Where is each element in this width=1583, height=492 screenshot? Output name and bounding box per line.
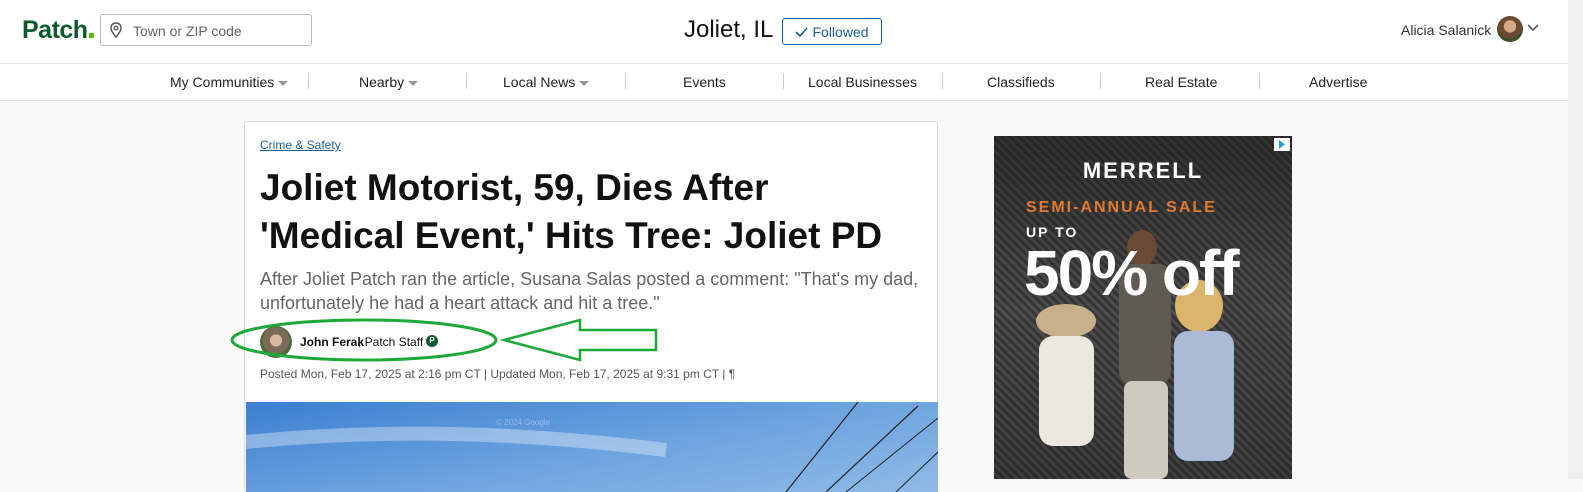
checkmark-icon bbox=[795, 26, 809, 37]
chevron-down-icon[interactable] bbox=[1527, 24, 1539, 32]
nav-nearby[interactable]: Nearby bbox=[359, 74, 419, 90]
nav-divider bbox=[625, 73, 626, 89]
location-pin-icon bbox=[110, 22, 122, 38]
chevron-down-icon bbox=[408, 80, 419, 86]
nav-divider bbox=[1259, 73, 1260, 89]
ad-brand: MERRELL bbox=[1082, 158, 1204, 183]
author-avatar[interactable] bbox=[260, 326, 292, 358]
location-search-input[interactable] bbox=[131, 20, 305, 42]
patch-logo[interactable]: Patch bbox=[22, 16, 94, 45]
nav-advertise[interactable]: Advertise bbox=[1309, 74, 1367, 90]
chevron-down-icon bbox=[278, 80, 289, 86]
nav-classifieds[interactable]: Classifieds bbox=[987, 74, 1055, 90]
location-search[interactable] bbox=[100, 14, 312, 46]
category-link[interactable]: Crime & Safety bbox=[260, 138, 341, 152]
chevron-down-icon bbox=[579, 80, 590, 86]
author-role: , Patch Staff bbox=[358, 335, 424, 349]
user-avatar[interactable] bbox=[1497, 16, 1523, 42]
merrell-ad[interactable]: MERRELL SEMI-ANNUAL SALE UP TO 50% off bbox=[994, 136, 1292, 479]
page-scrollbar[interactable] bbox=[1568, 0, 1583, 479]
nav-local-news[interactable]: Local News bbox=[503, 74, 590, 90]
nav-divider bbox=[466, 73, 467, 89]
nav-local-businesses[interactable]: Local Businesses bbox=[808, 74, 917, 90]
nav-divider bbox=[942, 73, 943, 89]
user-name[interactable]: Alicia Salanick bbox=[1401, 22, 1491, 38]
image-watermark: © 2024 Google bbox=[496, 418, 550, 427]
main-nav: My Communities Nearby Local News Events … bbox=[0, 63, 1568, 101]
post-timestamps: Posted Mon, Feb 17, 2025 at 2:16 pm CT |… bbox=[260, 367, 736, 381]
ad-sale-text: SEMI-ANNUAL SALE bbox=[1026, 199, 1217, 216]
followed-button[interactable]: Followed bbox=[782, 18, 882, 45]
ad-discount: 50% off bbox=[1024, 237, 1240, 309]
article-card: Crime & Safety Joliet Motorist, 59, Dies… bbox=[244, 121, 938, 492]
nav-events[interactable]: Events bbox=[683, 74, 726, 90]
patch-staff-badge: P bbox=[426, 335, 438, 347]
nav-my-communities[interactable]: My Communities bbox=[170, 74, 289, 90]
nav-divider bbox=[1100, 73, 1101, 89]
author-name[interactable]: John Ferak bbox=[300, 335, 364, 349]
article-headline: Joliet Motorist, 59, Dies After 'Medical… bbox=[260, 167, 883, 256]
article-summary: After Joliet Patch ran the article, Susa… bbox=[260, 269, 919, 313]
top-bar: Patch Joliet, IL Followed Alicia Salanic… bbox=[0, 0, 1568, 63]
logo-dot bbox=[88, 33, 94, 38]
followed-label: Followed bbox=[812, 23, 869, 40]
community-title: Joliet, IL bbox=[684, 16, 774, 43]
ad-choices-icon[interactable] bbox=[1274, 138, 1290, 151]
nav-real-estate[interactable]: Real Estate bbox=[1145, 74, 1217, 90]
nav-divider bbox=[783, 73, 784, 89]
nav-divider bbox=[308, 73, 309, 89]
